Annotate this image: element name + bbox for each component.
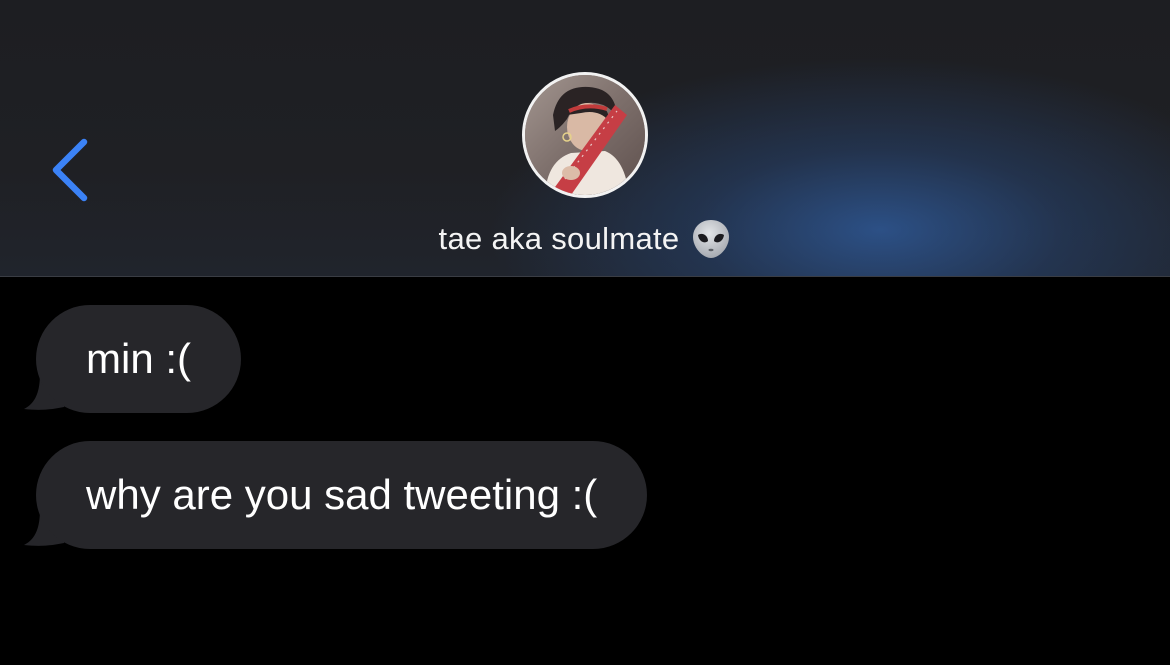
conversation-header: tae aka soulmate — [0, 0, 1170, 277]
avatar[interactable] — [522, 72, 648, 198]
chevron-left-icon — [44, 132, 100, 208]
message-bubble[interactable]: why are you sad tweeting :( — [36, 441, 648, 549]
messages-screen: tae aka soulmate min:(why are you sad … — [0, 0, 1170, 665]
message-text: min :( — [86, 335, 191, 382]
message-thread: min :( why are you sad tweeting :( — [0, 277, 1170, 665]
contact-name-button[interactable]: tae aka soulmate — [0, 216, 1170, 262]
alien-emoji-icon — [691, 218, 731, 260]
back-button[interactable] — [44, 132, 100, 208]
message-row: why are you sad tweeting :( — [24, 441, 648, 549]
message-row: min :( — [24, 305, 241, 413]
message-text: why are you sad tweeting :( — [86, 471, 598, 518]
contact-name: tae aka soulmate — [438, 221, 680, 256]
message-bubble[interactable]: min :( — [36, 305, 241, 413]
